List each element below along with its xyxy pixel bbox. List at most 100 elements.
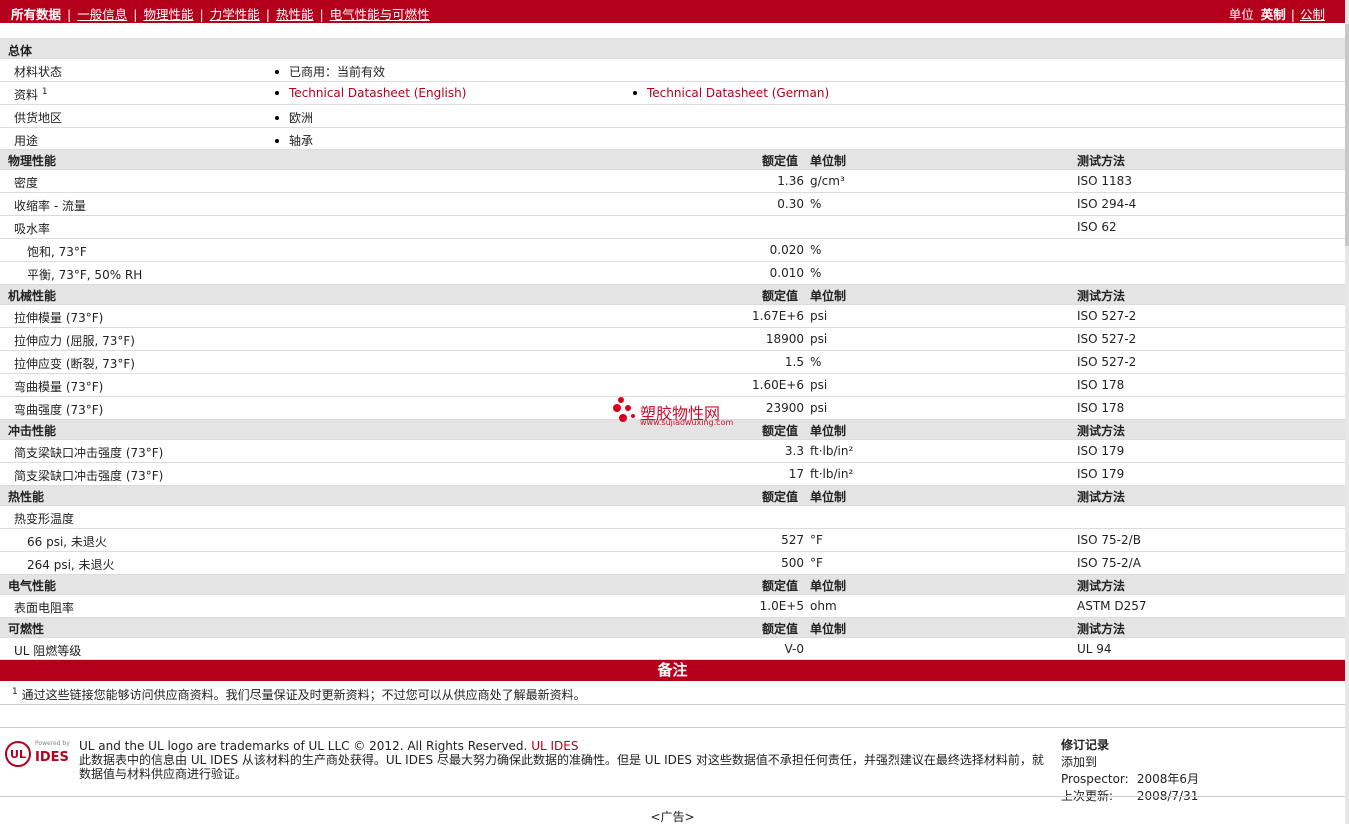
table-row: 简支梁缺口冲击强度 (73°F) 3.3 ft·lb/in² ISO 179: [0, 440, 1345, 463]
unit-english[interactable]: 英制: [1261, 7, 1286, 22]
ul-ides-logo: UL Powered by IDES: [5, 739, 73, 769]
row-value: 欧洲: [275, 109, 313, 126]
mechanical-header: 机械性能 额定值 单位制 测试方法: [0, 285, 1345, 305]
prop-unit: ft·lb/in²: [810, 444, 854, 458]
ul-ides-link[interactable]: UL IDES: [531, 739, 578, 753]
prop-value: 0.010: [769, 266, 804, 280]
row-label: 供货地区: [14, 111, 63, 125]
general-row: 供货地区 欧洲: [0, 105, 1345, 128]
prop-test: ISO 178: [1077, 401, 1125, 415]
prop-test: ISO 179: [1077, 467, 1125, 481]
prop-unit: °F: [810, 533, 823, 547]
col-unit: 单位制: [810, 289, 847, 303]
footnote-text: 1 通过这些链接您能够访问供应商资料。我们尽量保证及时更新资料；不过您可以从供应…: [12, 687, 586, 702]
scrollbar-thumb[interactable]: [1345, 24, 1349, 246]
prop-test: ISO 527-2: [1077, 332, 1137, 346]
prop-test: ISO 62: [1077, 220, 1117, 234]
col-test: 测试方法: [1077, 622, 1126, 636]
prop-value: 1.60E+6: [752, 378, 804, 392]
table-row: 平衡, 73°F, 50% RH 0.010 %: [0, 262, 1345, 285]
notes-header: 备注: [0, 660, 1345, 681]
prop-name: 饱和, 73°F: [27, 245, 87, 259]
prop-test: ISO 75-2/A: [1077, 556, 1141, 570]
prop-value: 0.020: [769, 243, 804, 257]
row-label: 资料 1: [14, 87, 48, 102]
nav-general-info[interactable]: 一般信息: [77, 7, 127, 22]
prop-test: ISO 294-4: [1077, 197, 1137, 211]
section-title: 机械性能: [8, 289, 57, 303]
table-row: 264 psi, 未退火 500 °F ISO 75-2/A: [0, 552, 1345, 575]
svg-text:UL: UL: [10, 748, 26, 761]
nav-mechanical[interactable]: 力学性能: [210, 7, 260, 22]
general-row: 资料 1 Technical Datasheet (English) Techn…: [0, 82, 1345, 105]
row-value: 轴承: [275, 132, 313, 149]
prop-value: V-0: [784, 642, 804, 656]
physical-header: 物理性能 额定值 单位制 测试方法: [0, 150, 1345, 170]
col-test: 测试方法: [1077, 289, 1126, 303]
divider: [0, 727, 1345, 728]
prop-value: 527: [781, 533, 804, 547]
col-rated: 额定值: [762, 154, 799, 168]
trademark-text: UL and the UL logo are trademarks of UL …: [79, 739, 528, 753]
prop-value: 1.0E+5: [759, 599, 804, 613]
prop-unit: psi: [810, 378, 828, 392]
prop-unit: %: [810, 355, 822, 369]
datasheet-english-link[interactable]: Technical Datasheet (English): [275, 86, 466, 100]
col-test: 测试方法: [1077, 154, 1126, 168]
section-title: 热性能: [8, 490, 45, 504]
watermark: 塑胶物性网 www.sujiaowuxing.com: [612, 396, 733, 431]
table-row: 表面电阻率 1.0E+5 ohm ASTM D257: [0, 595, 1345, 618]
revision-title: 修订记录: [1061, 738, 1110, 752]
section-title: 可燃性: [8, 622, 45, 636]
electrical-header: 电气性能 额定值 单位制 测试方法: [0, 575, 1345, 595]
table-row: 弯曲模量 (73°F) 1.60E+6 psi ISO 178: [0, 374, 1345, 397]
prop-test: ISO 1183: [1077, 174, 1132, 188]
prop-test: ISO 179: [1077, 444, 1125, 458]
col-rated: 额定值: [762, 289, 799, 303]
watermark-url: www.sujiaowuxing.com: [640, 418, 734, 427]
col-rated: 额定值: [762, 424, 799, 438]
datasheet-german-link[interactable]: Technical Datasheet (German): [633, 86, 829, 100]
prop-value: 500: [781, 556, 804, 570]
divider: [0, 704, 1345, 705]
prop-name: 简支梁缺口冲击强度 (73°F): [14, 446, 164, 460]
ad-placeholder: <广告>: [650, 810, 695, 824]
table-row: 热变形温度: [0, 506, 1345, 529]
prop-name: 表面电阻率: [14, 601, 75, 615]
disclaimer-text: 此数据表中的信息由 UL IDES 从该材料的生产商处获得。UL IDES 尽最…: [79, 753, 1044, 781]
prop-name: 拉伸应力 (屈服, 73°F): [14, 334, 135, 348]
nav-all-data[interactable]: 所有数据: [11, 7, 61, 22]
top-nav-bar: 所有数据 | 一般信息 | 物理性能 | 力学性能 | 热性能 | 电气性能与可燃性 单位 英制 | 公制: [0, 0, 1345, 23]
unit-switcher: 单位 英制 | 公制: [1228, 7, 1325, 22]
prop-name: 66 psi, 未退火: [27, 535, 107, 549]
prop-value: 18900: [765, 332, 804, 346]
table-row: UL 阻燃等级 V-0 UL 94: [0, 638, 1345, 660]
prop-name: 弯曲模量 (73°F): [14, 380, 104, 394]
prop-unit: ohm: [810, 599, 837, 613]
row-value: 已商用：当前有效: [275, 63, 385, 80]
prop-test: ISO 178: [1077, 378, 1125, 392]
table-row: 密度 1.36 g/cm³ ISO 1183: [0, 170, 1345, 193]
prop-value: 0.30: [777, 197, 804, 211]
general-title: 总体: [8, 44, 33, 58]
divider: [0, 796, 1345, 797]
prop-unit: g/cm³: [810, 174, 845, 188]
nav-thermal[interactable]: 热性能: [276, 7, 314, 22]
svg-text:IDES: IDES: [35, 750, 69, 765]
col-unit: 单位制: [810, 490, 847, 504]
col-unit: 单位制: [810, 579, 847, 593]
table-row: 拉伸应力 (屈服, 73°F) 18900 psi ISO 527-2: [0, 328, 1345, 351]
prop-unit: %: [810, 197, 822, 211]
col-unit: 单位制: [810, 154, 847, 168]
nav-electrical-flammability[interactable]: 电气性能与可燃性: [330, 7, 430, 22]
col-rated: 额定值: [762, 579, 799, 593]
unit-metric-link[interactable]: 公制: [1300, 7, 1325, 22]
prop-value: 3.3: [784, 444, 804, 458]
row-label: 材料状态: [14, 65, 63, 79]
prop-unit: %: [810, 266, 822, 280]
general-header: 总体: [0, 38, 1345, 59]
prop-value: 17: [788, 467, 804, 481]
added-value: 2008年6月: [1136, 772, 1200, 786]
nav-physical[interactable]: 物理性能: [143, 7, 193, 22]
prop-test: ASTM D257: [1077, 599, 1147, 613]
